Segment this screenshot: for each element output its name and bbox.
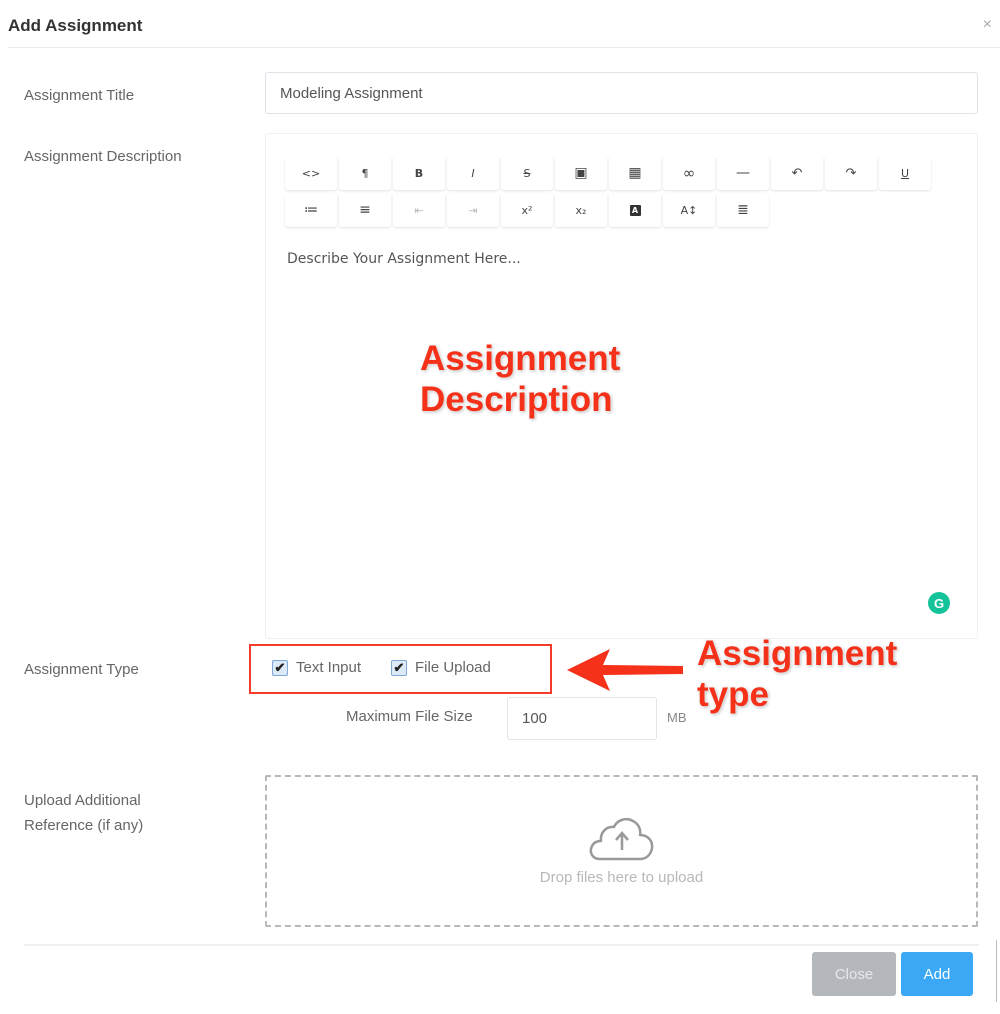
upload-reference-label-line1: Upload Additional — [24, 792, 141, 809]
add-button[interactable]: Add — [901, 952, 973, 996]
file-upload-option[interactable]: ✔ File Upload — [391, 659, 491, 676]
text-input-option[interactable]: ✔ Text Input — [272, 659, 361, 676]
arrow-shape — [567, 649, 683, 691]
annotation-description-line2: Description — [420, 380, 613, 420]
link-icon: ∞ — [682, 164, 696, 182]
upload-reference-label-line2: Reference (if any) — [24, 817, 144, 834]
paragraph-button[interactable]: ¶ — [339, 156, 391, 190]
code-view-button[interactable]: <> — [285, 156, 337, 190]
strikethrough-button[interactable]: S — [501, 156, 553, 190]
annotation-type: Assignment type — [697, 633, 897, 716]
assignment-title-input[interactable] — [265, 72, 978, 114]
strikethrough-icon: S — [523, 166, 531, 180]
editor-placeholder[interactable]: Describe Your Assignment Here... — [287, 251, 521, 267]
description-editor[interactable]: <> ¶ B I S ▣ ▦ ∞ — ↶ ↷ U ≔ ≡ ⇤ ⇥ x² x₂ A… — [265, 133, 978, 639]
code-view-icon: <> — [301, 166, 321, 180]
table-icon: ▦ — [628, 165, 642, 181]
unordered-list-icon: ≡ — [359, 202, 371, 218]
paragraph-icon: ¶ — [361, 166, 369, 180]
modal-title: Add Assignment — [8, 16, 143, 35]
redo-button[interactable]: ↷ — [825, 156, 877, 190]
underline-button[interactable]: U — [879, 156, 931, 190]
outdent-button[interactable]: ⇤ — [393, 193, 445, 227]
file-upload-label: File Upload — [415, 659, 491, 676]
editor-toolbar-row-2: ≔ ≡ ⇤ ⇥ x² x₂ A A↕ ≣ — [285, 193, 769, 227]
file-dropzone[interactable]: Drop files here to upload — [265, 775, 978, 927]
footer-divider — [24, 944, 979, 946]
file-upload-checkbox[interactable]: ✔ — [391, 659, 407, 676]
annotation-description-line1: Assignment — [420, 339, 621, 378]
underline-icon: U — [900, 166, 910, 180]
assignment-description-label: Assignment Description — [24, 148, 182, 165]
max-file-size-label: Maximum File Size — [346, 708, 473, 725]
text-input-label: Text Input — [296, 659, 362, 676]
annotation-type-line2: type — [697, 675, 769, 715]
editor-toolbar-row-1: <> ¶ B I S ▣ ▦ ∞ — ↶ ↷ U — [285, 156, 931, 190]
close-button[interactable]: Close — [812, 952, 896, 996]
assignment-title-label: Assignment Title — [24, 87, 135, 104]
undo-icon: ↶ — [791, 165, 803, 181]
ordered-list-button[interactable]: ≔ — [285, 193, 337, 227]
align-icon: ≣ — [737, 202, 749, 218]
assignment-type-label: Assignment Type — [24, 661, 139, 678]
superscript-button[interactable]: x² — [501, 193, 553, 227]
grammarly-icon[interactable]: G — [928, 592, 950, 614]
outdent-icon: ⇤ — [414, 203, 424, 217]
header-divider — [8, 47, 1000, 48]
horizontal-rule-icon: — — [736, 165, 750, 181]
font-size-icon: A↕ — [680, 203, 698, 217]
italic-button[interactable]: I — [447, 156, 499, 190]
unordered-list-button[interactable]: ≡ — [339, 193, 391, 227]
horizontal-rule-button[interactable]: — — [717, 156, 769, 190]
max-file-size-unit: MB — [667, 710, 687, 725]
bold-button[interactable]: B — [393, 156, 445, 190]
indent-button[interactable]: ⇥ — [447, 193, 499, 227]
text-input-checkbox[interactable]: ✔ — [272, 659, 288, 676]
annotation-description: Assignment Description — [420, 338, 620, 421]
cloud-upload-icon — [589, 818, 654, 861]
insert-image-button[interactable]: ▣ — [555, 156, 607, 190]
superscript-icon: x² — [521, 203, 533, 217]
dropzone-text: Drop files here to upload — [539, 869, 704, 886]
italic-icon: I — [471, 166, 475, 180]
subscript-icon: x₂ — [575, 203, 587, 217]
indent-icon: ⇥ — [468, 203, 478, 217]
align-button[interactable]: ≣ — [717, 193, 769, 227]
insert-table-button[interactable]: ▦ — [609, 156, 661, 190]
insert-link-button[interactable]: ∞ — [663, 156, 715, 190]
redo-icon: ↷ — [845, 165, 857, 181]
font-size-button[interactable]: A↕ — [663, 193, 715, 227]
image-icon: ▣ — [574, 165, 588, 181]
undo-button[interactable]: ↶ — [771, 156, 823, 190]
text-color-icon: A — [629, 204, 641, 216]
ordered-list-icon: ≔ — [304, 202, 318, 218]
upload-reference-label: Upload Additional Reference (if any) — [24, 788, 143, 838]
bold-icon: B — [414, 166, 424, 180]
annotation-arrow-icon — [567, 649, 683, 691]
window-edge-line — [996, 940, 997, 1002]
text-color-button[interactable]: A — [609, 193, 661, 227]
annotation-type-line1: Assignment — [697, 634, 898, 673]
close-icon[interactable]: × — [983, 16, 992, 34]
max-file-size-input[interactable] — [507, 697, 657, 740]
subscript-button[interactable]: x₂ — [555, 193, 607, 227]
